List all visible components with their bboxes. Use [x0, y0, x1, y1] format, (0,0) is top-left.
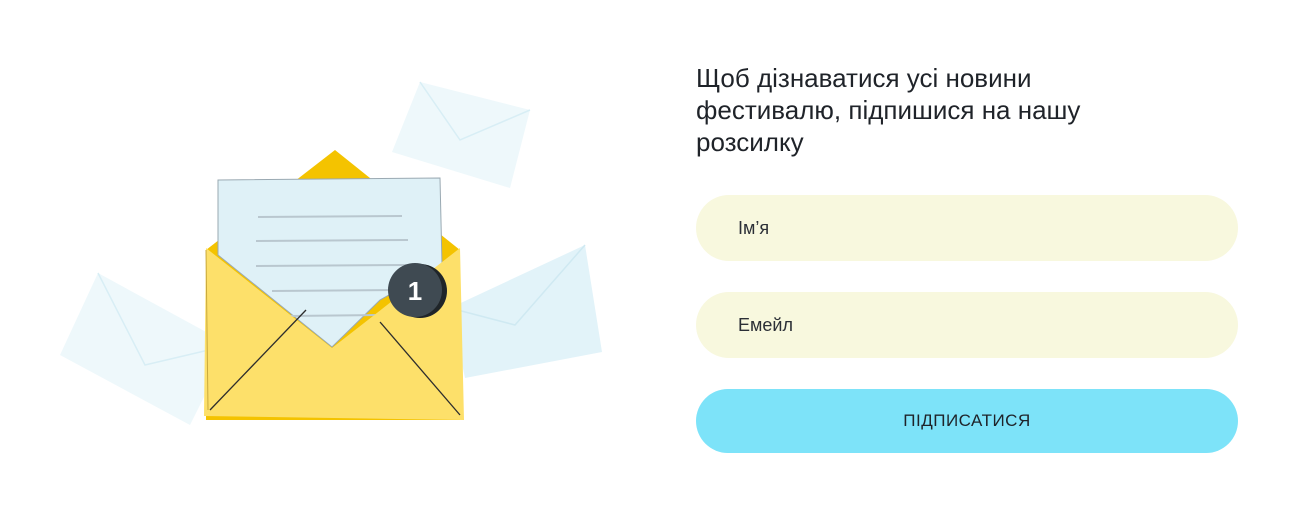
background-envelope-right: [449, 244, 602, 378]
envelope-illustration: 1: [60, 81, 602, 425]
newsletter-illustration: 1: [50, 60, 630, 460]
email-input[interactable]: [696, 292, 1238, 358]
background-envelope-top: [392, 81, 531, 188]
notification-badge-count: 1: [408, 276, 422, 306]
newsletter-form: Щоб дізнаватися усі новини фестивалю, пі…: [696, 62, 1238, 453]
name-input[interactable]: [696, 195, 1238, 261]
newsletter-heading: Щоб дізнаватися усі новини фестивалю, пі…: [696, 63, 1081, 157]
notification-badge: 1: [388, 263, 447, 318]
subscribe-button[interactable]: ПІДПИСАТИСЯ: [696, 389, 1238, 453]
